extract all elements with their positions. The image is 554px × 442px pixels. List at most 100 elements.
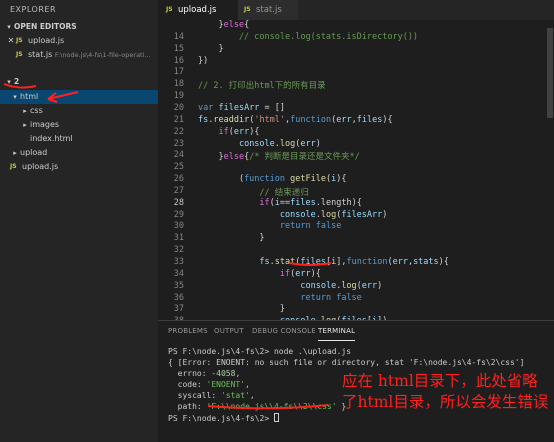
chevron-down-icon: ▾ bbox=[7, 78, 11, 86]
tree-item-label: html bbox=[20, 92, 39, 101]
line-number: 32 bbox=[173, 245, 184, 256]
line-number: 22 bbox=[173, 126, 184, 137]
line-number: 28 bbox=[173, 197, 184, 208]
chevron-down-icon: ▾ bbox=[13, 93, 17, 101]
tree-item-label: index.html bbox=[30, 134, 73, 143]
line-number: 30 bbox=[173, 221, 184, 232]
terminal-cursor bbox=[273, 413, 279, 422]
terminal-line: code: 'ENOENT', bbox=[168, 380, 250, 389]
open-editor-path: F:\node.js\4-fs\1-file-operati... bbox=[54, 51, 151, 59]
line-number: 31 bbox=[173, 233, 184, 244]
line-number: 24 bbox=[173, 150, 184, 161]
tree-item-label: images bbox=[30, 120, 60, 129]
tab-output[interactable]: OUTPUT bbox=[214, 321, 244, 341]
line-number: 23 bbox=[173, 138, 184, 149]
tree-item-label: upload.js bbox=[22, 162, 59, 171]
js-file-icon: JS bbox=[166, 6, 173, 13]
line-number: 15 bbox=[173, 43, 184, 54]
line-number: 19 bbox=[173, 91, 184, 102]
scrollbar-thumb[interactable] bbox=[547, 28, 553, 118]
code-line[interactable]: } bbox=[198, 233, 264, 243]
line-number: 18 bbox=[173, 79, 184, 90]
line-number: 26 bbox=[173, 174, 184, 185]
project-folder-header[interactable]: ▾ 2 bbox=[0, 74, 158, 90]
line-number: 33 bbox=[173, 257, 184, 267]
open-editor-item-stat[interactable]: JS stat.js F:\node.js\4-fs\1-file-operati… bbox=[0, 48, 158, 62]
editor-tab-bar: JS upload.js JS stat.js bbox=[158, 0, 554, 20]
editor-scrollbar[interactable] bbox=[546, 20, 554, 320]
js-file-icon: JS bbox=[10, 163, 17, 170]
chevron-right-icon: ▸ bbox=[13, 149, 17, 157]
code-line[interactable]: return false bbox=[198, 221, 341, 231]
open-editors-label: OPEN EDITORS bbox=[14, 22, 77, 31]
js-file-icon: JS bbox=[16, 51, 23, 58]
tree-item-css[interactable]: ▸ css bbox=[0, 104, 158, 118]
tree-item-upload-js[interactable]: JS upload.js bbox=[0, 160, 158, 174]
tree-item-html[interactable]: ▾ html bbox=[0, 90, 158, 104]
tree-item-label: css bbox=[30, 106, 43, 115]
terminal-line: path: 'F:\\node.js\\4-fs\\2\\css' } bbox=[168, 402, 347, 411]
chevron-right-icon: ▸ bbox=[23, 121, 27, 129]
annotation-note: 应在 html目录下，此处省略了html目录，所以会发生错误 bbox=[342, 372, 549, 411]
code-line[interactable]: console.log(filesArr) bbox=[198, 210, 388, 220]
tab-label: stat.js bbox=[256, 5, 282, 15]
explorer-title: EXPLORER bbox=[10, 5, 56, 14]
panel-tab-bar: PROBLEMS OUTPUT DEBUG CONSOLE TERMINAL bbox=[158, 321, 554, 341]
line-number: 20 bbox=[173, 102, 184, 113]
terminal-line: { [Error: ENOENT: no such file or direct… bbox=[168, 358, 525, 367]
line-number: 25 bbox=[173, 162, 184, 173]
open-editors-header[interactable]: ▾ OPEN EDITORS bbox=[0, 20, 158, 34]
tree-item-index-html[interactable]: index.html bbox=[0, 132, 158, 146]
line-number: 27 bbox=[173, 185, 184, 196]
code-line[interactable]: fs.stat(files[i],function(err,stats){ bbox=[198, 257, 448, 267]
tab-terminal[interactable]: TERMINAL bbox=[318, 321, 356, 341]
code-line[interactable]: }else{ bbox=[198, 20, 249, 30]
code-line[interactable]: fs.readdir('html',function(err,files){ bbox=[198, 115, 393, 125]
open-editor-item-upload[interactable]: ✕ JS upload.js bbox=[0, 34, 158, 48]
line-number: 16 bbox=[173, 55, 184, 66]
tab-debug-console[interactable]: DEBUG CONSOLE bbox=[252, 321, 316, 341]
code-line[interactable]: if(err){ bbox=[198, 127, 259, 137]
code-line[interactable]: // console.log(stats.isDirectory()) bbox=[198, 32, 418, 42]
code-editor[interactable]: 14 15 16 17 18 19 20 21 22 23 24 25 26 27 28 29 30 31 32 33… bbox=[158, 20, 554, 320]
explorer-sidebar: EXPLORER ▾ OPEN EDITORS ✕ JS upload.js JS st… bbox=[0, 0, 158, 442]
tree-item-upload-folder[interactable]: ▸ upload bbox=[0, 146, 158, 160]
code-line[interactable]: } bbox=[198, 44, 223, 54]
tab-upload-js[interactable]: JS upload.js bbox=[158, 0, 238, 20]
code-area[interactable]: }else{ // console.log(stats.isDirectory(… bbox=[198, 20, 554, 320]
line-number: 37 bbox=[173, 304, 184, 315]
code-line[interactable]: }else{/* 判断是目录还是文件夹*/ bbox=[198, 150, 359, 162]
code-line[interactable]: var filesArr = [] bbox=[198, 103, 285, 113]
project-label: 2 bbox=[14, 77, 20, 86]
tab-label: upload.js bbox=[178, 5, 217, 15]
code-line[interactable]: // 2. 打印出html下的所有目录 bbox=[198, 79, 326, 91]
line-number: 29 bbox=[173, 209, 184, 220]
line-number: 34 bbox=[173, 268, 184, 279]
terminal-line: errno: -4058, bbox=[168, 369, 241, 378]
code-line[interactable]: (function getFile(i){ bbox=[198, 174, 347, 184]
code-line[interactable]: console.log(err) bbox=[198, 281, 382, 291]
close-icon[interactable]: ✕ bbox=[6, 34, 16, 48]
code-line[interactable]: return false bbox=[198, 293, 361, 303]
code-line[interactable]: console.log(err) bbox=[198, 139, 321, 149]
tree-item-images[interactable]: ▸ images bbox=[0, 118, 158, 132]
code-line[interactable]: } bbox=[198, 304, 285, 314]
terminal-line: syscall: 'stat', bbox=[168, 391, 255, 400]
line-number: 36 bbox=[173, 292, 184, 303]
open-editor-name: upload.js bbox=[28, 36, 65, 45]
code-line[interactable]: // 结束递归 bbox=[198, 186, 308, 198]
line-number: 21 bbox=[173, 114, 184, 125]
tab-stat-js[interactable]: JS stat.js bbox=[238, 0, 298, 20]
tab-problems[interactable]: PROBLEMS bbox=[168, 321, 208, 341]
line-number: 35 bbox=[173, 280, 184, 291]
line-number: 14 bbox=[173, 31, 184, 42]
terminal-line: PS F:\node.js\4-fs\2> node .\upload.js bbox=[168, 347, 352, 356]
code-line[interactable]: if(i==files.length){ bbox=[198, 198, 361, 208]
line-number-gutter: 14 15 16 17 18 19 20 21 22 23 24 25 26 27 28 29 30 31 32 33… bbox=[158, 20, 188, 320]
open-editor-name: stat.js bbox=[28, 50, 53, 59]
code-line[interactable]: }) bbox=[198, 56, 208, 66]
code-line[interactable]: if(err){ bbox=[198, 269, 321, 279]
chevron-down-icon: ▾ bbox=[7, 23, 11, 31]
chevron-right-icon: ▸ bbox=[23, 107, 27, 115]
line-number: 17 bbox=[173, 67, 184, 78]
